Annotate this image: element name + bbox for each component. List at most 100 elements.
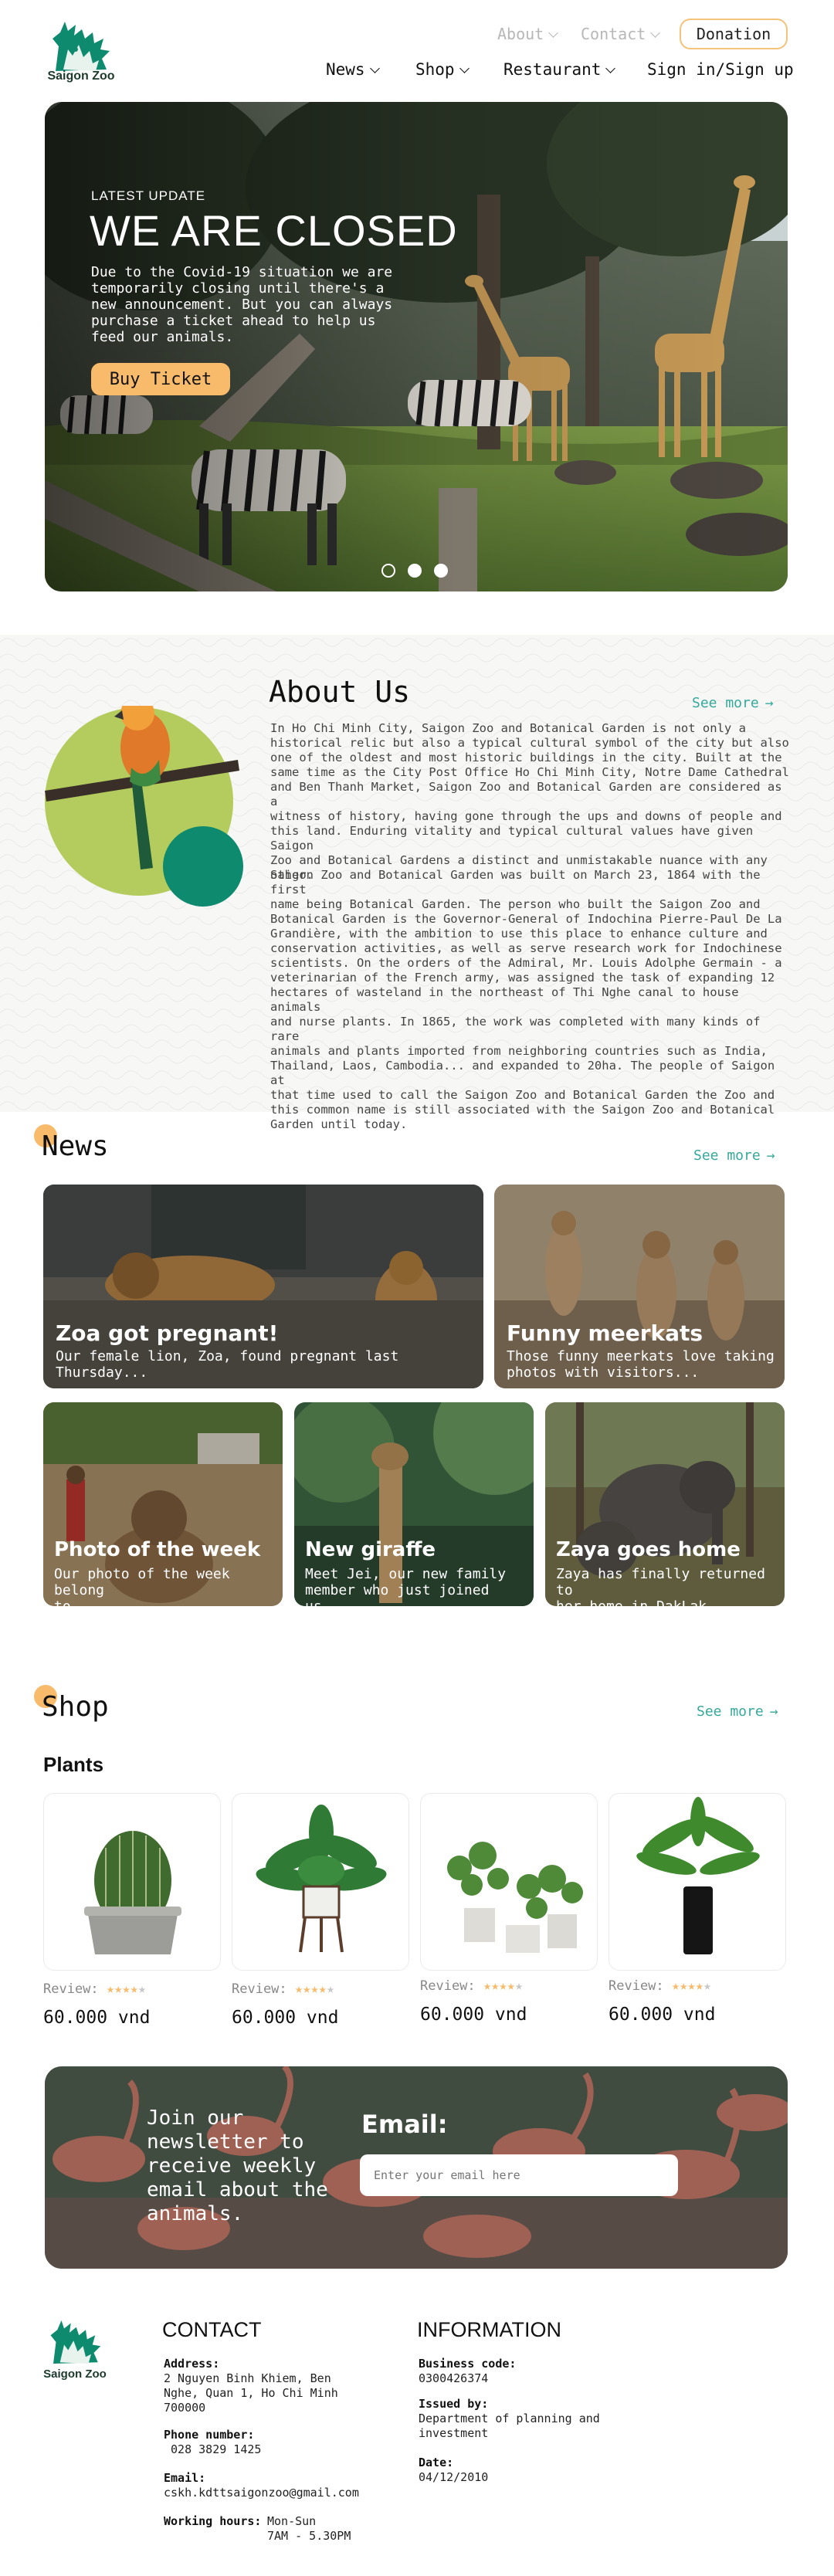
nav-contact-label: Contact: [581, 25, 646, 43]
see-more-label: See more: [697, 1703, 764, 1720]
newsletter-email-input[interactable]: [360, 2154, 678, 2196]
news-card-title: Zaya goes home: [556, 1538, 741, 1561]
buy-ticket-button[interactable]: Buy Ticket: [91, 363, 230, 395]
text-line: this land. Enduring vitality and typical…: [270, 824, 754, 852]
hero-body-line: Due to the Covid-19 situation we are: [91, 264, 393, 280]
star-filled-icon: ★: [303, 1981, 311, 1997]
star-filled-icon: ★: [695, 1978, 703, 1994]
news-card[interactable]: Funny meerkats Those funny meerkats love…: [494, 1185, 785, 1388]
shop-see-more-link[interactable]: See more →: [697, 1703, 778, 1720]
about-see-more-link[interactable]: See more →: [692, 695, 774, 711]
news-card[interactable]: Photo of the week Our photo of the week …: [43, 1402, 283, 1606]
text-line: historical relic but also a typical cult…: [270, 736, 789, 750]
news-card[interactable]: Zoa got pregnant! Our female lion, Zoa, …: [43, 1185, 483, 1388]
newsletter-text: Join our newsletter to receive weekly em…: [147, 2107, 328, 2226]
nav-about[interactable]: About: [497, 25, 559, 43]
text-line: member who just joined us...: [305, 1582, 490, 1606]
product-review: Review: ★★★★★: [232, 1981, 334, 1997]
hero-kicker: LATEST UPDATE: [91, 188, 206, 203]
footer-address: 2 Nguyen Binh Khiem, Ben Nghe, Quan 1, H…: [164, 2371, 338, 2415]
arrow-right-icon: →: [764, 695, 774, 711]
about-paragraph-2: Saigon Zoo and Botanical Garden was buil…: [270, 868, 795, 1132]
product-card[interactable]: [232, 1793, 409, 1971]
star-filled-icon: ★: [318, 1981, 327, 1997]
news-card-desc: Our female lion, Zoa, found pregnant las…: [56, 1348, 398, 1381]
footer-logo-text: Saigon Zoo: [43, 2368, 107, 2381]
signin-link[interactable]: Sign in/Sign up: [647, 60, 794, 79]
text-line: veterinarian of the French army, was ass…: [270, 971, 775, 985]
review-label: Review:: [232, 1981, 287, 1997]
news-card[interactable]: Zaya goes home Zaya has finally returned…: [545, 1402, 785, 1606]
carousel-dot[interactable]: [434, 564, 448, 578]
product-price: 60.000 vnd: [609, 2005, 716, 2025]
see-more-label: See more: [693, 1147, 761, 1164]
star-filled-icon: ★: [680, 1978, 688, 1994]
star-filled-icon: ★: [671, 1978, 680, 1994]
news-see-more-link[interactable]: See more →: [693, 1147, 775, 1164]
about-title: About Us: [269, 675, 411, 709]
text-line: Thursday...: [56, 1364, 148, 1381]
text-line: Saigon Zoo and Botanical Garden was buil…: [270, 868, 761, 897]
carousel-dot-active[interactable]: [408, 564, 422, 578]
text-line: 700000: [164, 2401, 206, 2415]
see-more-label: See more: [692, 695, 759, 711]
footer-hours: Mon-Sun 7AM - 5.30PM: [267, 2514, 351, 2544]
nav-contact[interactable]: Contact: [581, 25, 661, 43]
text-line: witness of history, having gone through …: [270, 809, 782, 823]
news-card-desc: Meet Jei, our new family member who just…: [305, 1566, 534, 1606]
carousel-dots: [381, 564, 460, 581]
product-review: Review: ★★★★★: [420, 1978, 523, 1994]
text-line: conservation activities, as well as serv…: [270, 941, 782, 955]
news-card[interactable]: New giraffe Meet Jei, our new family mem…: [294, 1402, 534, 1606]
footer-info-title: INFORMATION: [417, 2318, 561, 2341]
donation-button[interactable]: Donation: [680, 19, 788, 49]
text-line: Those funny meerkats love taking: [507, 1348, 775, 1364]
nav-restaurant-label: Restaurant: [503, 60, 602, 79]
hero-banner: LATEST UPDATE WE ARE CLOSED Due to the C…: [45, 102, 788, 591]
footer-code-label: Business code:: [419, 2357, 517, 2371]
text-line: Zaya has finally returned to: [556, 1566, 765, 1598]
product-card[interactable]: [43, 1793, 221, 1971]
arrow-right-icon: →: [766, 1147, 775, 1164]
footer-date-label: Date:: [419, 2456, 454, 2469]
text-line: newsletter to: [147, 2130, 304, 2154]
hero-body-line: temporarily closing until there's a: [91, 280, 385, 297]
carousel-dot[interactable]: [381, 564, 395, 578]
star-filled-icon: ★: [491, 1978, 500, 1994]
product-price: 60.000 vnd: [232, 2008, 339, 2028]
star-filled-icon: ★: [130, 1981, 138, 1997]
news-card-desc: Our photo of the week belong to...: [54, 1566, 283, 1606]
text-line: Thailand, Laos, Cambodia... and expanded…: [270, 1059, 775, 1087]
text-line: Join our: [147, 2107, 244, 2130]
saigon-zoo-logo[interactable]: [40, 2315, 110, 2375]
review-label: Review:: [609, 1978, 664, 1994]
nav-shop-label: Shop: [415, 60, 455, 79]
footer-email[interactable]: cskh.kdttsaigonzoo@gmail.com: [164, 2486, 359, 2500]
star-rating: ★★★★★: [483, 1978, 523, 1994]
text-line: photos with visitors...: [507, 1364, 700, 1381]
news-card-title: Zoa got pregnant!: [56, 1320, 279, 1346]
star-rating: ★★★★★: [672, 1978, 711, 1994]
hero-body-line: new announcement. But you can always: [91, 297, 393, 313]
news-title: News: [42, 1130, 109, 1162]
footer-contact-title: CONTACT: [162, 2318, 262, 2341]
product-card[interactable]: [609, 1793, 786, 1971]
text-line: Mon-Sun: [267, 2514, 317, 2528]
text-line: her home in DakLak...: [556, 1598, 785, 1606]
text-line: and Ben Thanh Market, Saigon Zoo and Bot…: [270, 780, 782, 808]
text-line: 7AM - 5.30PM: [267, 2529, 351, 2543]
text-line: Our female lion, Zoa, found pregnant las…: [56, 1348, 399, 1364]
footer-date: 04/12/2010: [419, 2470, 489, 2484]
star-filled-icon: ★: [122, 1981, 131, 1997]
star-empty-icon: ★: [514, 1978, 524, 1994]
chevron-down-icon: [459, 63, 470, 73]
text-line: Garden until today.: [270, 1117, 408, 1131]
footer-phone[interactable]: 028 3829 1425: [164, 2442, 261, 2457]
text-line: Meet Jei, our new family: [305, 1566, 507, 1582]
nav-news[interactable]: News: [326, 60, 380, 79]
star-empty-icon: ★: [326, 1981, 335, 1997]
nav-shop[interactable]: Shop: [415, 60, 470, 79]
footer-code: 0300426374: [419, 2371, 489, 2385]
product-card[interactable]: [420, 1793, 598, 1971]
nav-restaurant[interactable]: Restaurant: [503, 60, 616, 79]
